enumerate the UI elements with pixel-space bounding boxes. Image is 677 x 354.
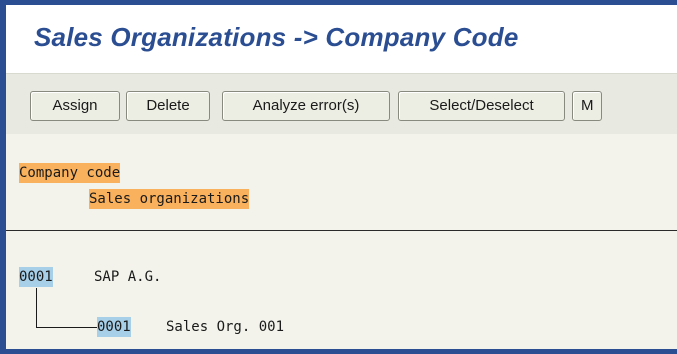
tree-connector-vertical (36, 288, 37, 328)
window-frame: Sales Organizations -> Company Code Assi… (0, 0, 677, 354)
sales-org-name: Sales Org. 001 (166, 319, 285, 335)
select-deselect-button[interactable]: Select/Deselect (398, 91, 565, 121)
assign-button[interactable]: Assign (30, 91, 120, 121)
header-company-code-label: Company code (19, 163, 121, 183)
page-title: Sales Organizations -> Company Code (34, 22, 519, 52)
header-separator (6, 230, 677, 231)
company-name: SAP A.G. (94, 269, 162, 285)
company-code-node[interactable]: 0001 (19, 267, 53, 287)
tree-connector-horizontal (36, 327, 97, 328)
header-sales-organizations-label: Sales organizations (89, 189, 250, 209)
title-bar: Sales Organizations -> Company Code (6, 5, 677, 73)
application-toolbar: Assign Delete Analyze error(s) Select/De… (6, 73, 677, 135)
more-button[interactable]: M (572, 91, 602, 121)
analyze-errors-button[interactable]: Analyze error(s) (222, 91, 390, 121)
delete-button[interactable]: Delete (126, 91, 210, 121)
sales-org-code-node[interactable]: 0001 (97, 317, 131, 337)
